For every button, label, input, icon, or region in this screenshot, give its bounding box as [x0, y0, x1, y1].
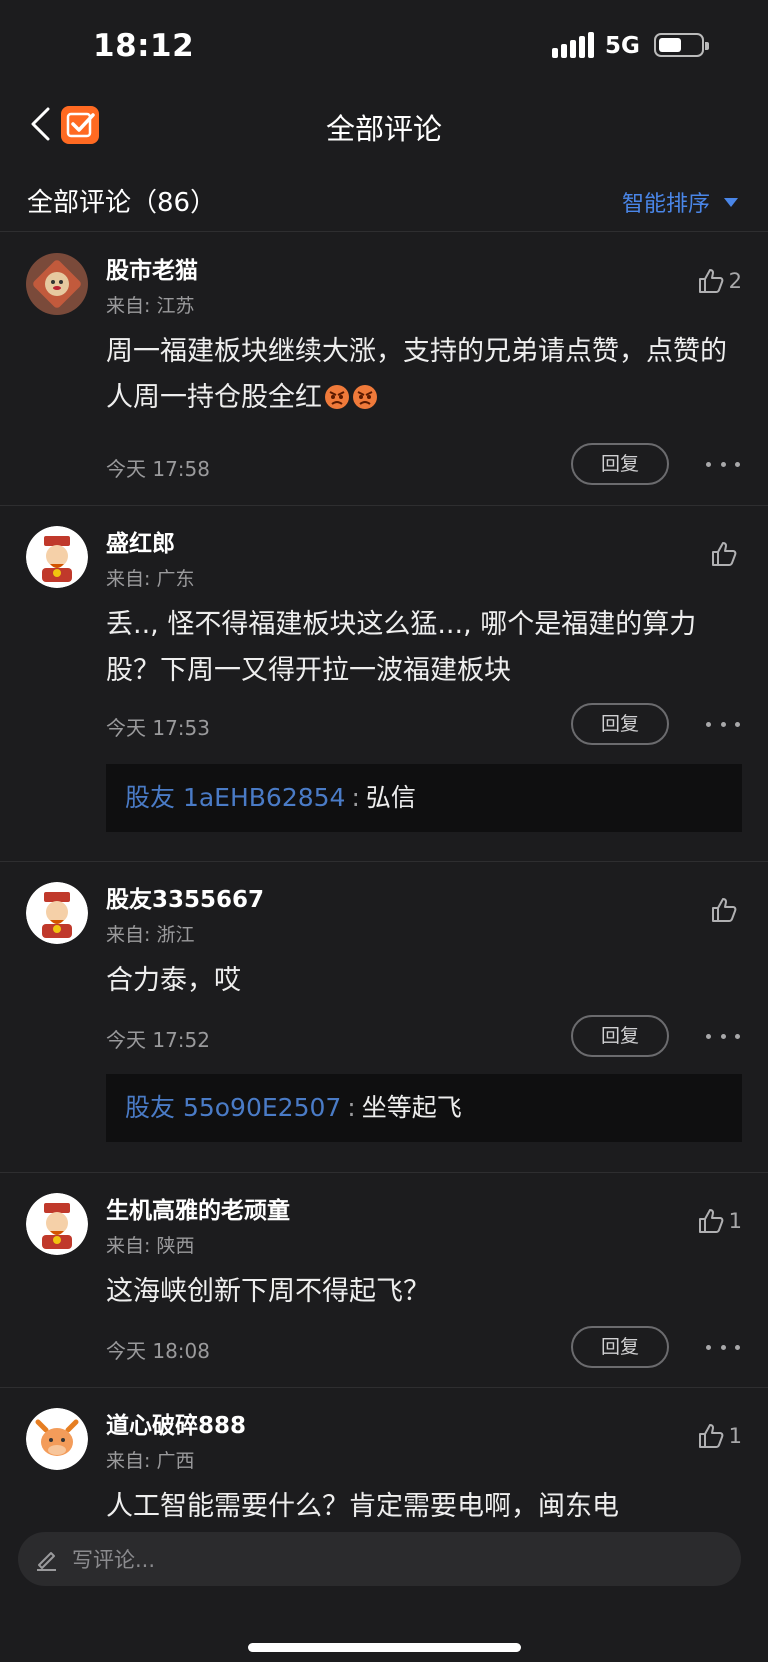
like-count: 1 — [728, 1209, 742, 1233]
comment-text: 这海峡创新下周不得起飞？ — [106, 1276, 430, 1307]
like-button[interactable]: 1 — [697, 1207, 742, 1235]
avatar[interactable] — [26, 1193, 88, 1255]
username[interactable]: 股市老猫 — [106, 251, 198, 285]
reply-button[interactable]: 回复 — [571, 443, 669, 485]
username[interactable]: 道心破碎888 — [106, 1406, 246, 1440]
status-bar: 18:12 5G — [0, 0, 768, 92]
username[interactable]: 盛红郎 — [106, 524, 175, 558]
timestamp: 今天 17:52 — [106, 1028, 210, 1052]
username[interactable]: 生机高雅的老顽童 — [106, 1191, 290, 1225]
comment-item: 道心破碎888 来自: 广西 1 人工智能需要什么？肯定需要电啊，闽东电 — [0, 1388, 768, 1518]
comment-input[interactable]: 写评论... — [18, 1532, 741, 1586]
location: 来自: 江苏 — [106, 295, 195, 317]
thumb-up-icon — [712, 542, 737, 566]
bottom-bar: 写评论... — [0, 1518, 768, 1662]
angry-emoji-icon — [325, 385, 349, 409]
like-button[interactable]: 2 — [697, 267, 742, 295]
sub-reply-text: 弘信 — [365, 783, 416, 812]
comment-item: 生机高雅的老顽童 来自: 陕西 1 这海峡创新下周不得起飞？ 今天 18:08 … — [0, 1173, 768, 1388]
reply-button[interactable]: 回复 — [571, 1015, 669, 1057]
like-count: 2 — [728, 269, 742, 293]
comment-text: 丢.., 怪不得福建板块这么猛..., 哪个是福建的算力股？下周一又得开拉一波福… — [106, 609, 697, 686]
location: 来自: 广东 — [106, 568, 195, 590]
battery-icon — [654, 33, 709, 57]
avatar[interactable] — [26, 882, 88, 944]
like-count: 1 — [728, 1424, 742, 1448]
timestamp: 今天 17:58 — [106, 457, 210, 481]
avatar[interactable] — [26, 526, 88, 588]
sub-reply[interactable]: 股友 55o90E2507: 坐等起飞 — [106, 1074, 742, 1142]
username[interactable]: 股友3355667 — [106, 880, 264, 914]
location: 来自: 陕西 — [106, 1235, 195, 1257]
sub-reply-user[interactable]: 股友 1aEHB62854 — [125, 783, 345, 812]
sort-button[interactable]: 智能排序 — [622, 186, 738, 218]
avatar[interactable] — [26, 1408, 88, 1470]
comment-item: 股友3355667 来自: 浙江 合力泰，哎 今天 17:52 回复 股友 55… — [0, 862, 768, 1173]
thumb-up-icon — [698, 269, 724, 293]
like-button[interactable] — [710, 540, 742, 568]
signal-icon — [552, 32, 594, 58]
comment-text: 合力泰，哎 — [106, 965, 241, 996]
comments-count: 全部评论（86） — [27, 188, 217, 218]
more-icon[interactable] — [706, 714, 740, 734]
thumb-up-icon — [698, 1424, 724, 1448]
comment-item: 盛红郎 来自: 广东 丢.., 怪不得福建板块这么猛..., 哪个是福建的算力股… — [0, 506, 768, 862]
angry-emoji-icon — [353, 385, 377, 409]
location: 来自: 浙江 — [106, 924, 195, 946]
sub-reply-text: 坐等起飞 — [361, 1093, 462, 1122]
like-button[interactable] — [710, 896, 742, 924]
thumb-up-icon — [712, 898, 737, 922]
home-indicator — [248, 1643, 521, 1652]
sub-reply-user[interactable]: 股友 55o90E2507 — [125, 1093, 341, 1122]
sort-label: 智能排序 — [621, 192, 710, 217]
reply-button[interactable]: 回复 — [571, 1326, 669, 1368]
reply-button[interactable]: 回复 — [571, 703, 669, 745]
pencil-icon — [37, 1552, 56, 1571]
more-icon[interactable] — [706, 1026, 740, 1046]
location: 来自: 广西 — [106, 1450, 195, 1472]
avatar[interactable] — [26, 253, 88, 315]
sub-reply[interactable]: 股友 1aEHB62854: 弘信 — [106, 764, 742, 832]
timestamp: 今天 18:08 — [106, 1339, 210, 1363]
more-icon[interactable] — [706, 454, 740, 474]
network-type: 5G — [605, 33, 640, 59]
comment-item: 股市老猫 来自: 江苏 2 周一福建板块继续大涨，支持的兄弟请点赞，点赞的人周一… — [0, 233, 768, 506]
comment-text: 人工智能需要什么？肯定需要电啊，闽东电 — [106, 1491, 619, 1518]
like-button[interactable]: 1 — [697, 1422, 742, 1450]
more-icon[interactable] — [706, 1337, 740, 1357]
page-title: 全部评论 — [325, 112, 442, 146]
comment-text: 周一福建板块继续大涨，支持的兄弟请点赞，点赞的人周一持仓股全红 — [106, 336, 727, 413]
caret-down-icon — [724, 197, 738, 207]
thumb-up-icon — [698, 1209, 724, 1233]
status-time: 18:12 — [93, 28, 195, 64]
comment-input-placeholder: 写评论... — [72, 1548, 156, 1572]
timestamp: 今天 17:53 — [106, 716, 210, 740]
comments-header: 全部评论（86） 智能排序 — [0, 176, 768, 232]
nav-bar: 全部评论 — [0, 92, 768, 158]
